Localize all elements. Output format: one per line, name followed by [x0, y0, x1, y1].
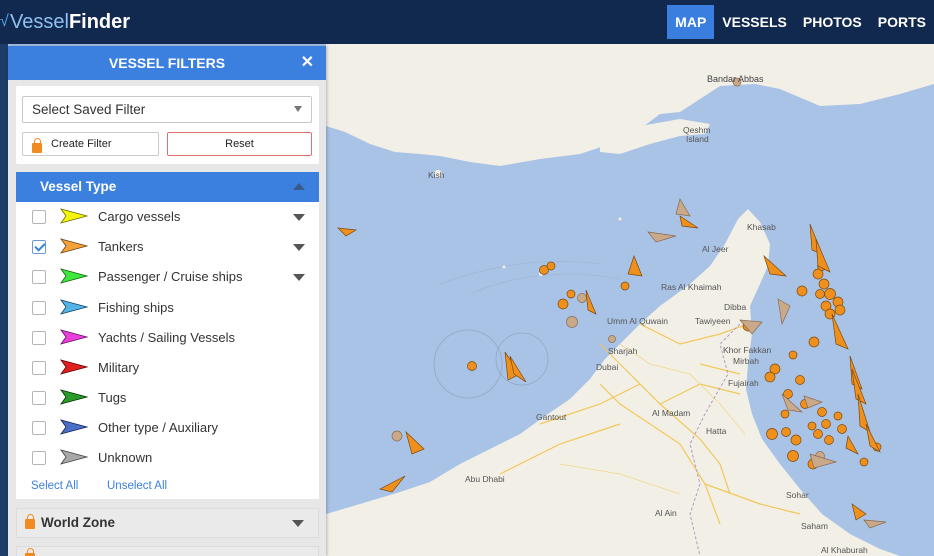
cargo-vessel-icon [60, 208, 88, 224]
world-zone-section-header[interactable]: World Zone [16, 508, 319, 538]
lock-icon [25, 514, 35, 529]
map-label-gantout: Gantout [536, 412, 567, 422]
left-edge-strip [0, 44, 8, 556]
map-label-al-ain: Al Ain [655, 508, 677, 518]
nav-photos[interactable]: PHOTOS [795, 5, 870, 39]
map-label-hatta: Hatta [706, 426, 727, 436]
vessel-type-tugs[interactable]: Tugs [16, 383, 319, 413]
vessel-filters-panel: VESSEL FILTERS ✕ Select Saved Filter Cre… [8, 46, 326, 556]
other-vessel-icon [60, 419, 88, 435]
vessel-type-unknown[interactable]: Unknown [16, 443, 319, 473]
vessel-type-label: Fishing ships [98, 300, 174, 315]
chevron-down-icon[interactable] [293, 214, 305, 221]
land-uae-oman [326, 209, 900, 556]
tug-vessel-icon [60, 389, 88, 405]
checkbox-tankers[interactable] [32, 240, 46, 254]
select-all-link[interactable]: Select All [31, 480, 78, 492]
vessel-type-fishing[interactable]: Fishing ships [16, 293, 319, 323]
map-label-tawiyeen: Tawiyeen [695, 316, 731, 326]
saved-filter-value: Select Saved Filter [32, 102, 146, 117]
saved-filter-section: Select Saved Filter Create Filter Reset [16, 86, 319, 164]
vessel-type-title: Vessel Type [40, 179, 117, 194]
checkbox-cargo[interactable] [32, 210, 46, 224]
create-filter-label: Create Filter [51, 138, 112, 150]
panel-header: VESSEL FILTERS ✕ [8, 46, 326, 80]
map-label-khasab: Khasab [747, 222, 776, 232]
nav-map[interactable]: MAP [667, 5, 715, 39]
passenger-vessel-icon [60, 268, 88, 284]
vessel-type-other[interactable]: Other type / Auxiliary [16, 413, 319, 443]
chevron-up-icon [293, 183, 305, 190]
vessel-type-label: Tugs [98, 390, 127, 405]
vessel-type-military[interactable]: Military [16, 353, 319, 383]
main-nav: MAP VESSELS PHOTOS PORTS [667, 5, 934, 39]
checkbox-passenger[interactable] [32, 270, 46, 284]
vessel-type-label: Unknown [98, 450, 153, 465]
top-navigation-bar: √ Vessel Finder MAP VESSELS PHOTOS PORTS [0, 0, 934, 44]
vessel-type-yachts[interactable]: Yachts / Sailing Vessels [16, 323, 319, 353]
lock-icon [32, 138, 42, 153]
unselect-all-link[interactable]: Unselect All [107, 480, 167, 492]
chevron-down-icon[interactable] [293, 244, 305, 251]
map-label-bandar-abbas: Bandar Abbas [707, 74, 764, 84]
checkbox-unknown[interactable] [32, 451, 46, 465]
map-label-dubai: Dubai [596, 362, 619, 372]
map-label-al-madam: Al Madam [652, 408, 691, 418]
vessel-type-label: Yachts / Sailing Vessels [98, 330, 236, 345]
next-section-header[interactable] [16, 546, 319, 556]
map-label-sohar: Sohar [786, 490, 809, 500]
panel-title: VESSEL FILTERS [108, 55, 226, 71]
island [502, 265, 506, 269]
map-label-fujairah: Fujairah [728, 378, 759, 388]
checkbox-other[interactable] [32, 421, 46, 435]
island [618, 217, 622, 221]
vessel-type-label: Cargo vessels [98, 209, 181, 224]
vessel-type-label: Military [98, 360, 140, 375]
vessel-type-cargo[interactable]: Cargo vessels [16, 202, 319, 232]
map-label-abu-dhabi: Abu Dhabi [465, 474, 505, 484]
close-icon[interactable]: ✕ [301, 46, 314, 80]
map-label-sharjah: Sharjah [608, 346, 638, 356]
saved-filter-select[interactable]: Select Saved Filter [22, 96, 312, 123]
chevron-down-icon[interactable] [293, 274, 305, 281]
map-label-al-jeer: Al Jeer [702, 244, 729, 254]
vessel-type-label: Tankers [98, 239, 144, 254]
unknown-vessel-icon [60, 449, 88, 465]
yacht-vessel-icon [60, 329, 88, 345]
logo-text-finder: Finder [68, 10, 131, 33]
nav-ports[interactable]: PORTS [870, 5, 934, 39]
map-label-ras-al-khaimah: Ras Al Khaimah [661, 282, 722, 292]
logo-text-vessel: Vessel [10, 10, 69, 33]
vessel-type-label: Other type / Auxiliary [98, 420, 218, 435]
military-vessel-icon [60, 359, 88, 375]
chevron-down-icon [294, 106, 302, 112]
shipping-lanes [439, 261, 621, 295]
map-label-island: Island [686, 134, 709, 144]
vessel-type-section-header[interactable]: Vessel Type [16, 172, 319, 202]
map-label-kish: Kish [428, 170, 445, 180]
reset-button[interactable]: Reset [167, 132, 312, 156]
vessel-type-tankers[interactable]: Tankers [16, 232, 319, 262]
map-label-umm-al-quwain: Umm Al Quwain [607, 316, 668, 326]
vessel-type-label: Passenger / Cruise ships [98, 269, 243, 284]
checkbox-military[interactable] [32, 361, 46, 375]
vessel-type-passenger[interactable]: Passenger / Cruise ships [16, 262, 319, 292]
world-zone-title: World Zone [41, 515, 115, 530]
map-label-mirbah: Mirbah [733, 356, 759, 366]
checkbox-fishing[interactable] [32, 301, 46, 315]
create-filter-button[interactable]: Create Filter [22, 132, 159, 156]
logo-mark-icon: √ [0, 13, 9, 30]
map-label-dibba: Dibba [724, 302, 747, 312]
fishing-vessel-icon [60, 299, 88, 315]
map-label-al-khaburah: Al Khaburah [821, 545, 868, 555]
checkbox-tugs[interactable] [32, 391, 46, 405]
nav-vessels[interactable]: VESSELS [714, 5, 795, 39]
tanker-vessel-icon [60, 238, 88, 254]
map-label-saham: Saham [801, 521, 828, 531]
chevron-down-icon [292, 520, 304, 527]
vessel-type-list: Cargo vessels Tankers Passenger / Cruise… [16, 202, 319, 499]
map-label-khor-fakkan: Khor Fakkan [723, 345, 772, 355]
vesselfinder-logo[interactable]: √ Vessel Finder [0, 10, 130, 34]
checkbox-yachts[interactable] [32, 331, 46, 345]
